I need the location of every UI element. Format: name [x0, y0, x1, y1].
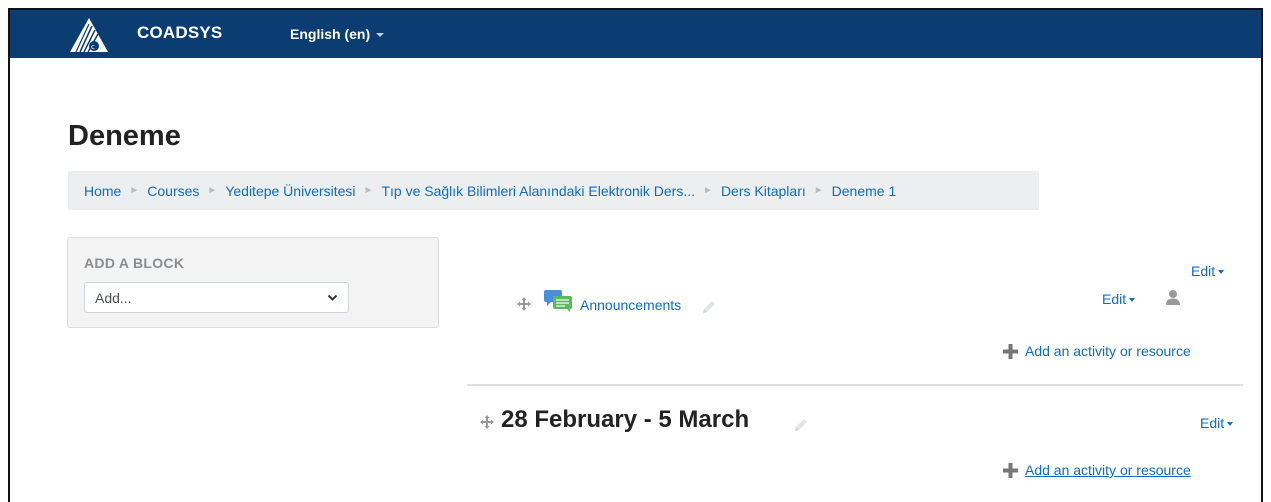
language-label: English (en) — [290, 26, 371, 42]
page-title: Deneme — [68, 120, 181, 152]
activity-edit-label: Edit — [1102, 291, 1127, 307]
forum-icon — [544, 290, 572, 312]
chevron-down-icon — [327, 294, 338, 301]
add-activity-link[interactable]: Add an activity or resource — [1025, 462, 1191, 478]
svg-text:c: c — [91, 43, 95, 51]
coadsys-logo-icon[interactable]: c — [68, 16, 110, 54]
move-icon[interactable] — [480, 415, 494, 429]
breadcrumb-separator-icon: ► — [813, 185, 824, 196]
section1-edit-menu[interactable]: Edit — [1200, 415, 1234, 431]
activity-edit-menu[interactable]: Edit — [1102, 291, 1136, 307]
add-activity-link[interactable]: Add an activity or resource — [1025, 343, 1191, 359]
breadcrumb-home[interactable]: Home — [84, 183, 121, 199]
pencil-icon[interactable] — [700, 298, 718, 316]
announcements-link[interactable]: Announcements — [580, 297, 681, 313]
plus-icon — [1003, 344, 1018, 359]
breadcrumb-separator-icon: ► — [207, 185, 218, 196]
plus-icon — [1003, 463, 1018, 478]
breadcrumb-separator-icon: ► — [363, 185, 374, 196]
section0-edit-label: Edit — [1191, 263, 1216, 279]
breadcrumb-courses[interactable]: Courses — [147, 183, 199, 199]
section-title: 28 February - 5 March — [501, 406, 750, 433]
breadcrumb-category[interactable]: Tıp ve Sağlık Bilimleri Alanındaki Elekt… — [381, 183, 695, 199]
pencil-icon[interactable] — [792, 416, 810, 434]
browser-viewport: c COADSYS English (en) Deneme Home ► Cou… — [8, 8, 1263, 502]
top-navbar: c COADSYS English (en) — [10, 10, 1261, 58]
breadcrumb-separator-icon: ► — [129, 185, 140, 196]
section1-edit-label: Edit — [1200, 415, 1225, 431]
breadcrumb-course[interactable]: Deneme 1 — [832, 183, 897, 199]
breadcrumb-university[interactable]: Yeditepe Üniversitesi — [225, 183, 355, 199]
caret-down-icon — [1227, 421, 1234, 426]
breadcrumb-subcategory[interactable]: Ders Kitapları — [721, 183, 806, 199]
add-block-select[interactable]: Add... — [84, 282, 349, 313]
breadcrumb-separator-icon: ► — [703, 185, 713, 196]
user-icon[interactable] — [1165, 289, 1181, 305]
site-brand[interactable]: COADSYS — [137, 23, 222, 43]
breadcrumb: Home ► Courses ► Yeditepe Üniversitesi ►… — [68, 171, 1039, 210]
caret-down-icon — [1129, 297, 1136, 302]
add-block-title: ADD A BLOCK — [84, 255, 185, 271]
add-block-panel: ADD A BLOCK Add... — [67, 237, 439, 328]
language-menu[interactable]: English (en) — [290, 26, 385, 42]
move-icon[interactable] — [517, 297, 531, 311]
add-block-select-value: Add... — [95, 289, 132, 306]
section0-edit-menu[interactable]: Edit — [1191, 263, 1225, 279]
caret-down-icon — [376, 33, 385, 37]
section-divider — [467, 384, 1243, 386]
caret-down-icon — [1218, 269, 1225, 274]
